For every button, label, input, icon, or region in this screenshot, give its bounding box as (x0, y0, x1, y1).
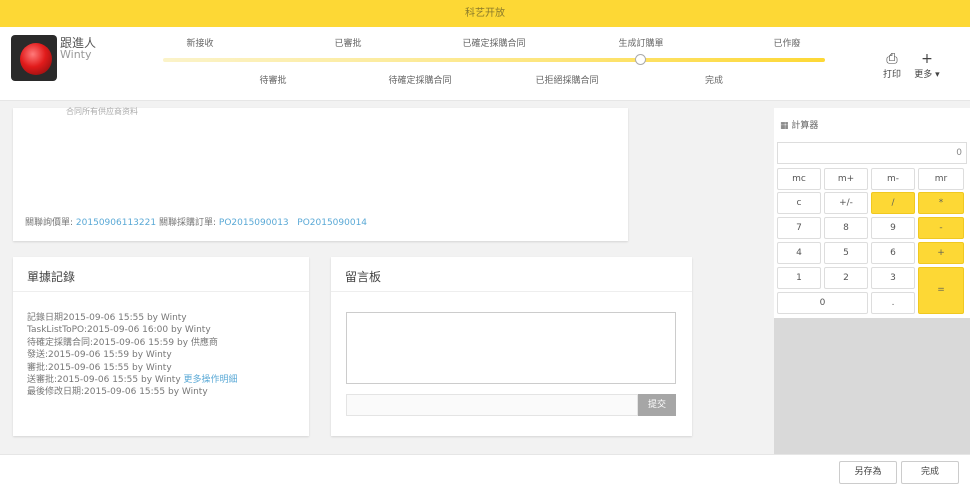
related-docs: 關聯詢價單: 20150906113221 關聯採購訂單: PO20150900… (25, 215, 367, 228)
caret-down-icon: ▾ (932, 70, 940, 80)
header: 跟進人 Winty 新接收 待審批 已審批 待確定採購合同 已確定採購合同 已拒… (0, 27, 970, 101)
progress-knob[interactable] (635, 54, 646, 65)
progress-track (163, 58, 825, 62)
related-po-label: 關聯採購訂單: (158, 218, 217, 228)
more-operations-link[interactable]: 更多操作明細 (184, 375, 238, 385)
calculator-header: ▦ 計算器 (780, 118, 818, 131)
calc-key-0[interactable]: 0 (777, 292, 868, 314)
record-line-with-link: 送審批:2015-09-06 15:55 by Winty 更多操作明細 (27, 374, 238, 386)
stage-pending-contract[interactable]: 待確定採購合同 (388, 73, 451, 86)
related-po-link-1[interactable]: PO2015090013 (219, 218, 289, 228)
records-divider (13, 291, 309, 292)
related-inquiry-label: 關聯詢價單: (25, 218, 74, 228)
stage-complete[interactable]: 完成 (705, 73, 723, 86)
record-line: 待確定採購合同:2015-09-06 15:59 by 供應商 (27, 337, 218, 348)
message-textarea[interactable] (346, 312, 676, 384)
save-as-button[interactable]: 另存為 (839, 461, 897, 484)
done-button[interactable]: 完成 (901, 461, 959, 484)
message-board-card: 留言板 提交 (331, 257, 692, 436)
print-label: 打印 (882, 70, 901, 80)
calc-key-decimal[interactable]: . (871, 292, 915, 314)
calc-key-2[interactable]: 2 (824, 267, 868, 289)
record-line-last-modified: 最後修改日期:2015-09-06 15:55 by Winty (27, 387, 208, 398)
calc-key-6[interactable]: 6 (871, 242, 915, 264)
stage-void[interactable]: 已作廢 (773, 36, 800, 49)
calc-key-negate[interactable]: +/- (824, 192, 868, 214)
record-line: 發送:2015-09-06 15:59 by Winty (27, 350, 172, 361)
related-po-link-2[interactable]: PO2015090014 (297, 218, 367, 228)
message-input[interactable] (346, 394, 638, 416)
calculator-panel: ▦ 計算器 0 mc m+ m- mr c +/- / * 7 8 9 - 4 … (774, 108, 970, 454)
calc-key-mc[interactable]: mc (777, 168, 821, 190)
calc-key-equals[interactable]: = (918, 267, 964, 314)
stage-rejected-contract[interactable]: 已拒絕採購合同 (535, 73, 598, 86)
top-bar-title: 科艺开放 (465, 8, 505, 19)
calc-key-5[interactable]: 5 (824, 242, 868, 264)
records-list: 記錄日期2015-09-06 15:55 by Winty TaskListTo… (27, 312, 238, 399)
calc-key-add[interactable]: + (918, 242, 964, 264)
more-button[interactable]: + 更多 ▾ (910, 51, 944, 80)
stage-confirmed-contract[interactable]: 已確定採購合同 (462, 36, 525, 49)
calc-key-mplus[interactable]: m+ (824, 168, 868, 190)
stage-new[interactable]: 新接收 (186, 36, 213, 49)
detail-card: 合同所有供应商资料 關聯詢價單: 20150906113221 關聯採購訂單: … (13, 107, 628, 241)
more-label: 更多 (914, 70, 933, 80)
footer-bar: 另存為 完成 (0, 454, 970, 487)
calc-key-mminus[interactable]: m- (871, 168, 915, 190)
stage-pending-approval[interactable]: 待審批 (259, 73, 286, 86)
calculator-icon: ▦ (780, 121, 789, 131)
calc-key-multiply[interactable]: * (918, 192, 964, 214)
calc-key-clear[interactable]: c (777, 192, 821, 214)
related-inquiry-link[interactable]: 20150906113221 (76, 218, 156, 228)
records-card: 單據記錄 記錄日期2015-09-06 15:55 by Winty TaskL… (13, 257, 309, 436)
calculator-body: ▦ 計算器 0 mc m+ m- mr c +/- / * 7 8 9 - 4 … (774, 108, 970, 318)
stage-approved[interactable]: 已審批 (334, 36, 361, 49)
calc-key-7[interactable]: 7 (777, 217, 821, 239)
record-line: 送審批:2015-09-06 15:55 by Winty (27, 375, 181, 386)
message-board-title: 留言板 (345, 270, 382, 284)
print-button[interactable]: ⎙ 打印 (880, 51, 904, 80)
record-line: 審批:2015-09-06 15:55 by Winty (27, 362, 172, 373)
calc-key-subtract[interactable]: - (918, 217, 964, 239)
record-line: TaskListToPO:2015-09-06 16:00 by Winty (27, 325, 211, 336)
calc-key-divide[interactable]: / (871, 192, 915, 214)
calc-key-9[interactable]: 9 (871, 217, 915, 239)
printer-icon: ⎙ (886, 51, 898, 67)
top-bar: 科艺开放 (0, 0, 970, 27)
submit-button[interactable]: 提交 (638, 394, 676, 416)
calc-key-8[interactable]: 8 (824, 217, 868, 239)
calculator-title: 計算器 (791, 121, 819, 131)
avatar-image (20, 43, 52, 75)
detail-faint-line: 合同所有供应商资料 (66, 107, 138, 116)
record-line: 記錄日期2015-09-06 15:55 by Winty (27, 313, 187, 323)
calc-key-4[interactable]: 4 (777, 242, 821, 264)
records-title: 單據記錄 (27, 270, 76, 284)
calculator-display[interactable]: 0 (777, 142, 967, 164)
calc-key-mr[interactable]: mr (918, 168, 964, 190)
avatar[interactable] (11, 35, 57, 81)
plus-icon: + (921, 51, 933, 67)
message-board-divider (331, 291, 692, 292)
user-subname: Winty (60, 48, 92, 61)
calc-key-1[interactable]: 1 (777, 267, 821, 289)
stage-generate-order[interactable]: 生成訂購單 (618, 36, 663, 49)
calc-key-3[interactable]: 3 (871, 267, 915, 289)
